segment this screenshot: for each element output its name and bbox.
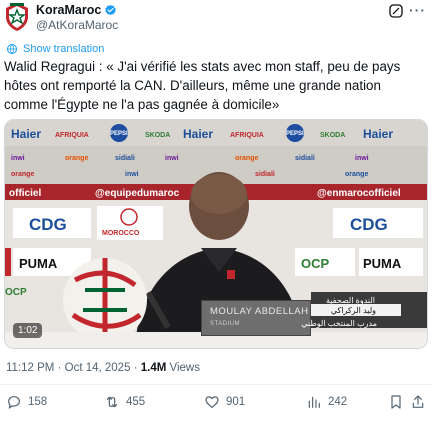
- sponsor-sidiali-text-2: sidiali: [295, 155, 315, 162]
- verified-badge-icon: [105, 4, 116, 15]
- sponsor-pepsi-text: PEPSI: [110, 131, 128, 137]
- brand-puma-text-2: PUMA: [363, 256, 402, 271]
- nameplate-subtitle: STADIUM: [210, 321, 241, 327]
- like-icon: [205, 396, 219, 408]
- sponsor-haier-text-3: Haier: [363, 127, 393, 141]
- account-handle[interactable]: @AtKoraMaroc: [36, 18, 118, 32]
- meta-separator-1: ·: [57, 362, 62, 374]
- brand-cdg-text: CDG: [29, 215, 67, 234]
- more-icon[interactable]: ···: [409, 2, 426, 18]
- lower-third-role: مدرب المنتخب الوطني: [301, 319, 377, 328]
- bookmark-count: 242: [328, 396, 348, 408]
- sponsor-skoda-text-2: SKODA: [320, 132, 345, 139]
- avatar-crest-icon[interactable]: [4, 2, 30, 32]
- sponsor-inwi-text-2: inwi: [165, 155, 179, 162]
- tweet-text: Walid Regragui : « J'ai vérifié les stat…: [4, 59, 401, 112]
- bookmark-icon: [391, 395, 401, 409]
- view-count: 1.4M: [140, 362, 167, 374]
- sponsor-orange-text-4: orange: [345, 171, 368, 178]
- globe-icon: [7, 44, 17, 54]
- brand-morocco-text: MOROCCO: [102, 230, 140, 237]
- sponsor-pepsi-text-2: PEPSI: [286, 131, 304, 137]
- repost-count: 455: [126, 396, 146, 408]
- brand-cdg-text-2: CDG: [350, 215, 388, 234]
- views-label: Views: [169, 362, 200, 374]
- sponsor-orange-text-2: orange: [235, 155, 258, 162]
- video-duration-badge: 1:02: [13, 323, 43, 338]
- reply-button[interactable]: 158: [6, 394, 47, 410]
- meta-separator-2: ·: [133, 362, 138, 374]
- brand-official-text: officiel: [9, 188, 41, 199]
- show-translation-link[interactable]: Show translation: [6, 43, 104, 55]
- repost-button[interactable]: 455: [104, 394, 145, 410]
- like-button[interactable]: 901: [204, 394, 245, 410]
- sponsor-skoda-text: SKODA: [145, 132, 170, 139]
- tweet-header: KoraMaroc @AtKoraMaroc ···: [0, 0, 432, 36]
- like-count: 901: [226, 396, 246, 408]
- share-icon: [412, 395, 424, 408]
- share-button[interactable]: [410, 394, 426, 410]
- views-icon: [308, 396, 320, 408]
- brand-ocp-text: OCP: [301, 256, 330, 271]
- sponsor-inwi-text-3: inwi: [355, 155, 369, 162]
- sponsor-inwi-text: inwi: [11, 155, 25, 162]
- brand-puma-text: PUMA: [19, 256, 58, 271]
- repost-icon: [106, 396, 118, 408]
- sponsor-afriquia-text: AFRIQUIA: [55, 132, 89, 139]
- sponsor-haier-text: Haier: [11, 127, 41, 141]
- hashtag-text: @equipedumaroc: [95, 188, 180, 199]
- account-name-row[interactable]: KoraMaroc: [36, 3, 117, 17]
- sponsor-orange-text: orange: [65, 155, 88, 162]
- enmaroc-text: @enmarocofficiel: [317, 188, 401, 199]
- tweet-date[interactable]: Oct 14, 2025: [65, 362, 131, 374]
- account-name[interactable]: KoraMaroc: [36, 3, 101, 17]
- tweet-time[interactable]: 11:12 PM: [6, 362, 54, 374]
- tweet-meta: 11:12 PM · Oct 14, 2025 · 1.4M Views: [6, 362, 200, 374]
- brand-ocp-text-2: OCP: [5, 287, 27, 298]
- sponsor-haier-text-2: Haier: [183, 127, 213, 141]
- lower-third-top: الندوة الصحفية: [325, 296, 375, 305]
- bookmark-button[interactable]: [388, 394, 404, 410]
- show-translation-label[interactable]: Show translation: [23, 43, 104, 55]
- sponsor-sidiali-text-3: sidiali: [255, 171, 275, 178]
- action-bar: 158 455 901 242: [0, 394, 432, 418]
- views-button[interactable]: 242: [306, 394, 347, 410]
- sponsor-orange-text-3: orange: [11, 171, 34, 178]
- nameplate-title: MOULAY ABDELLAH: [210, 306, 309, 317]
- divider: [0, 384, 432, 385]
- stadium-nameplate: MOULAY ABDELLAH STADIUM: [201, 300, 311, 336]
- reply-count: 158: [28, 396, 48, 408]
- sponsor-inwi-text-4: inwi: [125, 171, 139, 178]
- sponsor-afriquia-text-2: AFRIQUIA: [230, 132, 264, 139]
- video-player[interactable]: Haier Haier Haier AFRIQUIA PEPSI SKODA A…: [4, 119, 428, 349]
- grok-icon[interactable]: [388, 3, 404, 19]
- lower-third-name: وليد الركراكي: [327, 306, 379, 315]
- sponsor-sidiali-text: sidiali: [115, 155, 135, 162]
- reply-icon: [8, 396, 20, 409]
